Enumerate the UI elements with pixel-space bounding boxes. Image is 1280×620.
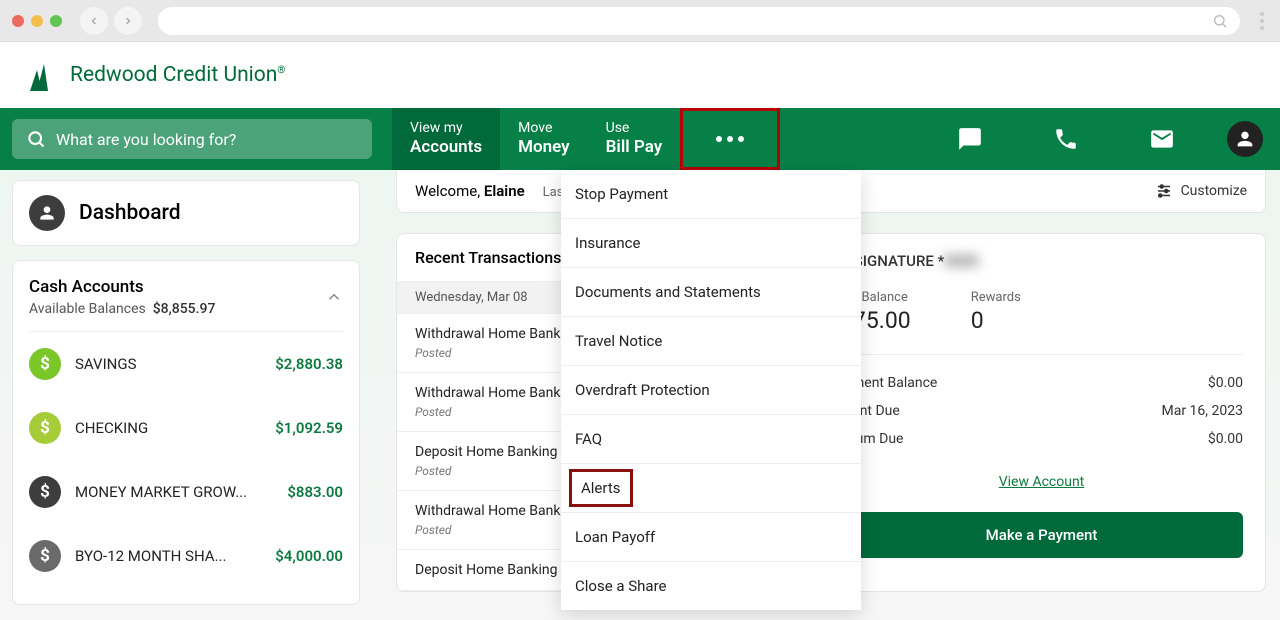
menu-documents[interactable]: Documents and Statements (561, 268, 861, 317)
dashboard-title: Dashboard (79, 201, 181, 225)
rewards-value: 0 (971, 307, 1021, 334)
statement-balance-value: $0.00 (1208, 375, 1243, 391)
dashboard-icon (29, 195, 65, 231)
browser-menu-icon[interactable] (1256, 8, 1268, 34)
maximize-window-icon[interactable] (50, 15, 62, 27)
logo-icon (30, 58, 60, 92)
messages-icon[interactable] (922, 126, 1018, 152)
welcome-text: Welcome, Elaine (415, 182, 525, 200)
sidebar: Dashboard Cash Accounts Available Balanc… (0, 170, 372, 620)
minimize-window-icon[interactable] (31, 15, 43, 27)
account-row[interactable]: $ BYO-12 MONTH SHA... $4,000.00 (29, 524, 343, 588)
browser-nav (80, 7, 142, 35)
payment-due-value: Mar 16, 2023 (1162, 403, 1244, 419)
back-button[interactable] (80, 7, 108, 35)
rewards-label: Rewards (971, 290, 1021, 305)
account-row[interactable]: $ MONEY MARKET GROW... $883.00 (29, 460, 343, 524)
main-panel: Welcome, Elaine Last Customize Recent Tr… (372, 170, 1280, 620)
menu-alerts[interactable]: Alerts (569, 469, 633, 507)
search-icon (1212, 13, 1228, 29)
account-list: $ SAVINGS $2,880.38 $ CHECKING $1,092.59… (29, 331, 343, 588)
phone-icon[interactable] (1018, 126, 1114, 152)
cash-accounts-card: Cash Accounts Available Balances $8,855.… (12, 260, 360, 605)
window-controls (12, 15, 62, 27)
cc-title: A SIGNATURE *0000 (840, 252, 1243, 270)
menu-close-share[interactable]: Close a Share (561, 562, 861, 610)
account-row[interactable]: $ CHECKING $1,092.59 (29, 396, 343, 460)
tab-accounts[interactable]: View my Accounts (392, 108, 500, 170)
dollar-icon: $ (29, 540, 61, 572)
search-icon (26, 129, 46, 149)
dollar-icon: $ (29, 348, 61, 380)
menu-faq[interactable]: FAQ (561, 415, 861, 464)
menu-overdraft[interactable]: Overdraft Protection (561, 366, 861, 415)
logo-text: Redwood Credit Union® (70, 63, 285, 87)
search-input[interactable] (56, 130, 358, 149)
menu-loan-payoff[interactable]: Loan Payoff (561, 513, 861, 562)
mail-icon[interactable] (1114, 126, 1210, 152)
browser-chrome (0, 0, 1280, 42)
menu-travel-notice[interactable]: Travel Notice (561, 317, 861, 366)
profile-menu[interactable] (1210, 121, 1280, 157)
tab-billpay[interactable]: Use Bill Pay (588, 108, 681, 170)
menu-stop-payment[interactable]: Stop Payment (561, 170, 861, 219)
chevron-up-icon[interactable] (325, 288, 343, 306)
customize-button[interactable]: Customize (1155, 182, 1247, 200)
credit-card-widget: A SIGNATURE *0000 ent Balance 275.00 Rew… (817, 233, 1266, 592)
nav-utility (922, 108, 1280, 170)
cash-title: Cash Accounts (29, 277, 215, 297)
avatar-icon (1227, 121, 1263, 157)
dollar-icon: $ (29, 412, 61, 444)
more-dropdown: Stop Payment Insurance Documents and Sta… (561, 170, 861, 610)
account-row[interactable]: $ SAVINGS $2,880.38 (29, 332, 343, 396)
view-account-link[interactable]: View Account (999, 474, 1085, 490)
site-header: Redwood Credit Union® (0, 42, 1280, 108)
content: Dashboard Cash Accounts Available Balanc… (0, 170, 1280, 620)
address-bar[interactable] (158, 7, 1240, 35)
tab-more[interactable] (680, 108, 780, 170)
make-payment-button[interactable]: Make a Payment (840, 512, 1243, 558)
dashboard-card[interactable]: Dashboard (12, 180, 360, 246)
forward-button[interactable] (114, 7, 142, 35)
tab-money[interactable]: Move Money (500, 108, 587, 170)
minimum-due-value: $0.00 (1208, 431, 1243, 447)
menu-insurance[interactable]: Insurance (561, 219, 861, 268)
logo[interactable]: Redwood Credit Union® (30, 58, 285, 92)
dollar-icon: $ (29, 476, 61, 508)
cash-subtitle: Available Balances $8,855.97 (29, 301, 215, 317)
sliders-icon (1155, 182, 1173, 200)
more-icon (716, 136, 744, 142)
close-window-icon[interactable] (12, 15, 24, 27)
nav-tabs: View my Accounts Move Money Use Bill Pay (392, 108, 780, 170)
search-box[interactable] (12, 119, 372, 159)
main-nav: View my Accounts Move Money Use Bill Pay (0, 108, 1280, 170)
